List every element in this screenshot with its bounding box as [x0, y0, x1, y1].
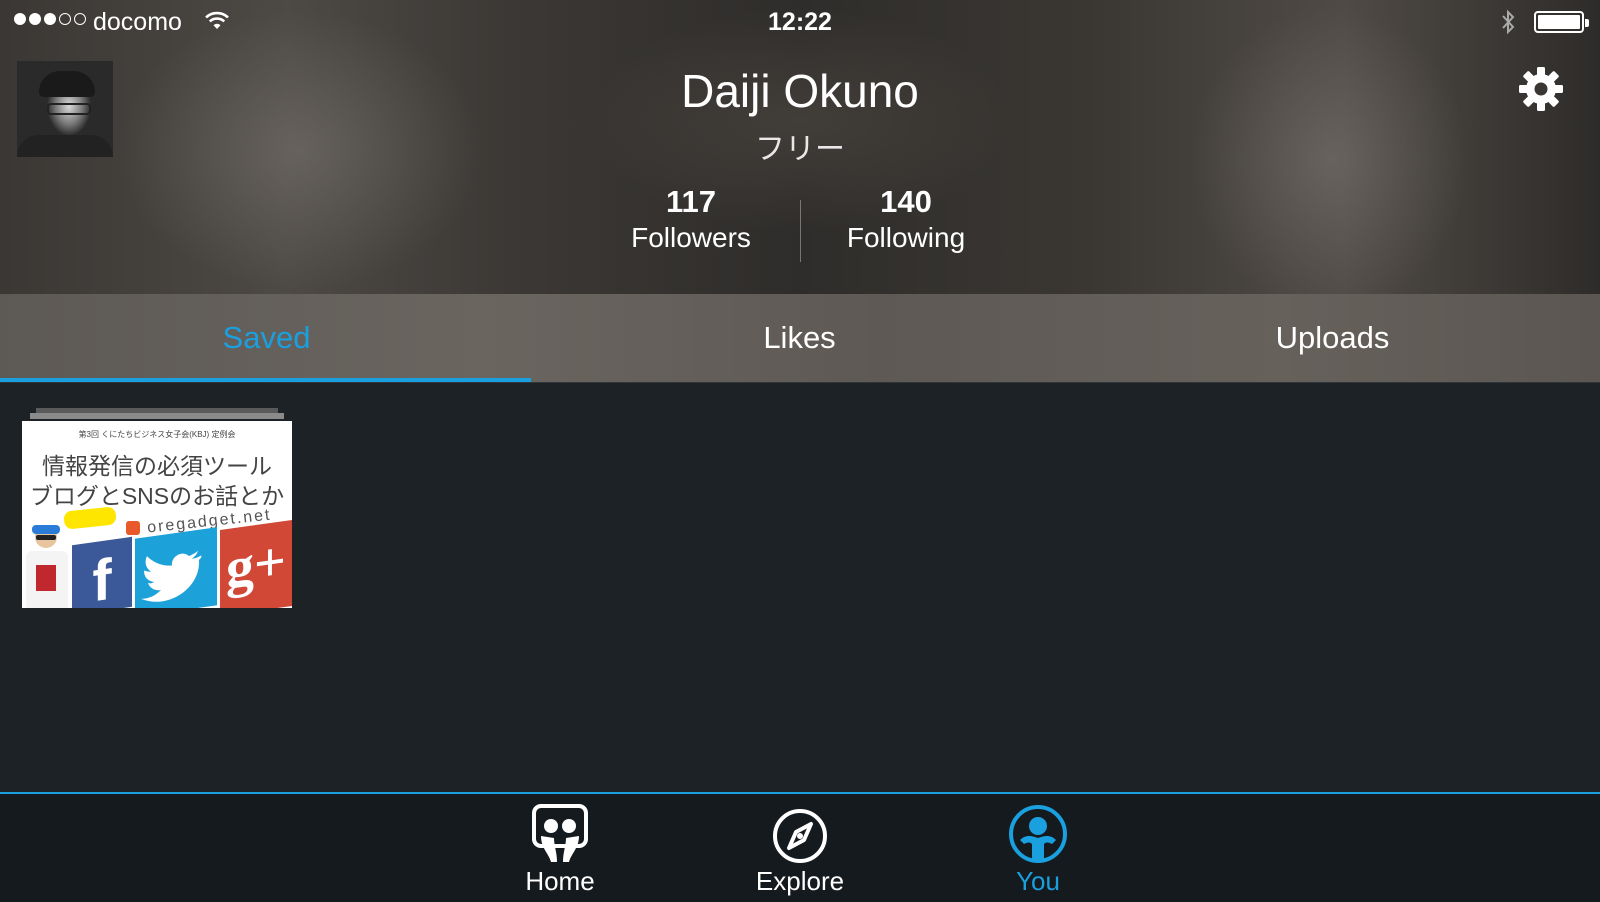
- profile-name: Daiji Okuno: [681, 65, 919, 117]
- followers-label: Followers: [631, 222, 751, 253]
- site-logo-icon: [126, 521, 140, 535]
- nav-home[interactable]: Home: [500, 794, 620, 902]
- facebook-logo-icon: f: [72, 536, 132, 608]
- profile-plan: フリー: [755, 133, 845, 166]
- thumbnail-title-line-2: ブログとSNSのお話とか: [29, 483, 285, 509]
- nav-explore-label: Explore: [755, 866, 845, 896]
- followers-count: 117: [665, 184, 716, 219]
- bluetooth-icon: [1502, 9, 1515, 35]
- tab-uploads[interactable]: Uploads: [1066, 294, 1599, 382]
- nav-home-label: Home: [525, 866, 595, 896]
- twitter-logo-icon: [135, 527, 217, 608]
- tab-bar: Saved Likes Uploads: [0, 294, 1600, 382]
- speech-bubble: [63, 506, 117, 530]
- settings-gear-icon[interactable]: [1516, 64, 1566, 114]
- status-bar: docomo 12:22: [0, 0, 1600, 44]
- nav-explore[interactable]: Explore: [740, 794, 860, 902]
- tab-saved[interactable]: Saved: [0, 294, 533, 382]
- stack-shadow: [30, 413, 284, 419]
- compass-icon: [773, 809, 827, 863]
- followers-stat[interactable]: 117 Followers: [581, 184, 801, 254]
- battery-icon: [1534, 11, 1589, 33]
- following-label: Following: [846, 222, 966, 253]
- nav-you-label: You: [1016, 866, 1060, 896]
- home-icon: [532, 804, 588, 862]
- nav-you[interactable]: You: [978, 794, 1098, 902]
- thumbnail-title-line-1: 情報発信の必須ツール: [42, 453, 272, 479]
- user-icon: [1009, 805, 1067, 863]
- divider: [0, 382, 1600, 383]
- following-count: 140: [880, 184, 932, 219]
- tab-likes[interactable]: Likes: [533, 294, 1066, 382]
- google-plus-logo-icon: g+: [220, 519, 292, 608]
- following-stat[interactable]: 140 Following: [796, 184, 1016, 254]
- thumbnail-subtitle: 第3回 くにたちビジネス女子会(KBJ) 定例会: [78, 430, 236, 439]
- saved-presentation-card[interactable]: 第3回 くにたちビジネス女子会(KBJ) 定例会 情報発信の必須ツール ブログと…: [22, 408, 292, 608]
- status-time: 12:22: [768, 8, 832, 36]
- presentation-thumbnail: 第3回 くにたちビジネス女子会(KBJ) 定例会 情報発信の必須ツール ブログと…: [22, 421, 292, 608]
- bottom-navigation: Home Explore You: [0, 792, 1600, 902]
- stats-divider: [800, 200, 801, 262]
